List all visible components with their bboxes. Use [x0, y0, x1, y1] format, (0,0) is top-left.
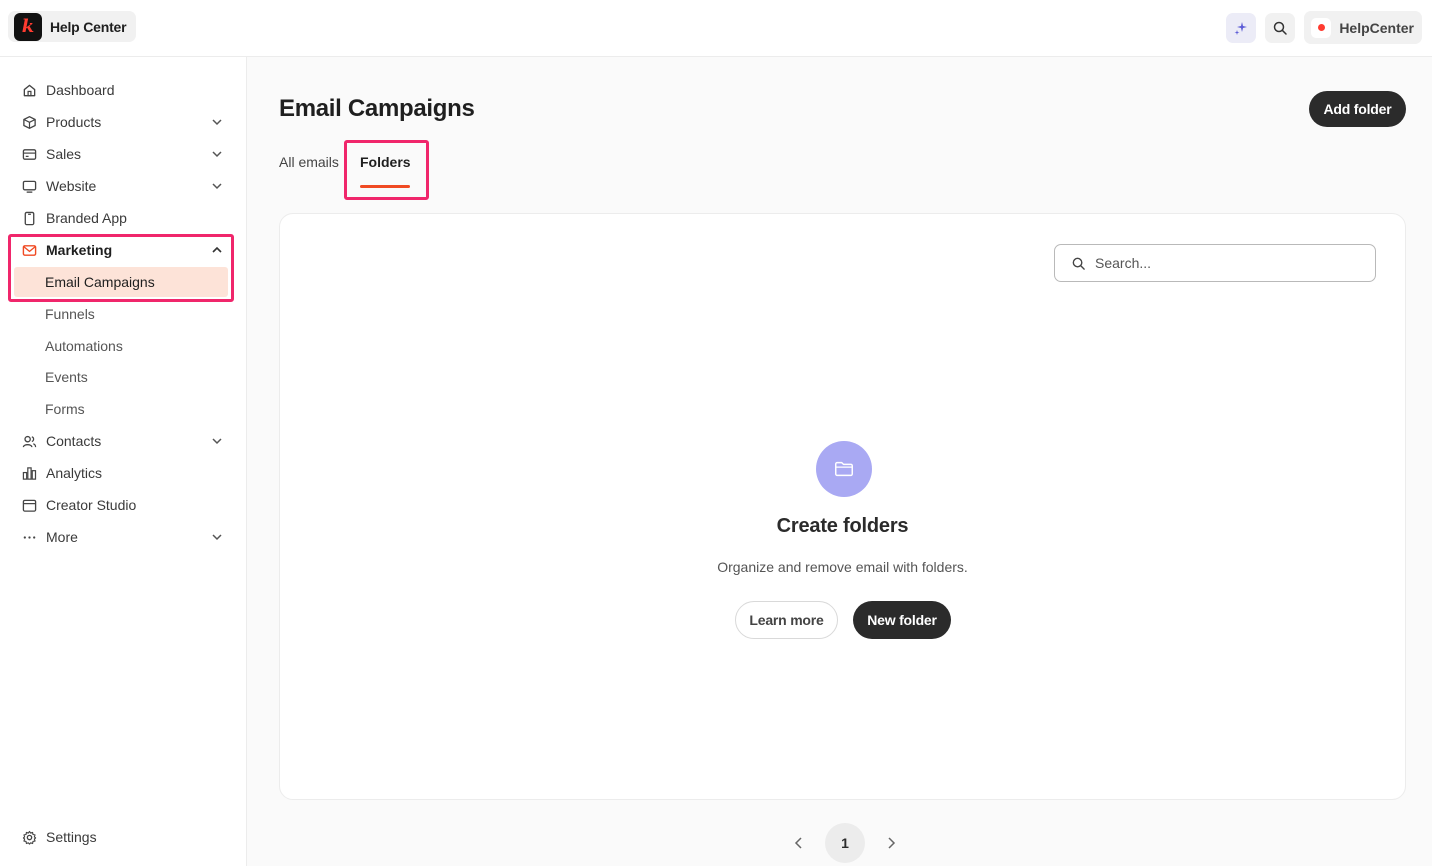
- sidebar-item-label: Creator Studio: [46, 497, 137, 513]
- sidebar-item-creator-studio[interactable]: Creator Studio: [14, 490, 232, 520]
- avatar: [1311, 17, 1332, 38]
- account-name: HelpCenter: [1339, 19, 1414, 36]
- sidebar-item-settings[interactable]: Settings: [14, 822, 232, 852]
- search-input[interactable]: [1095, 255, 1365, 271]
- next-page-button[interactable]: [880, 832, 902, 854]
- chevron-down-icon: [212, 119, 222, 126]
- sidebar-subitem-email-campaigns[interactable]: Email Campaigns: [14, 267, 228, 297]
- chevron-up-icon: [212, 246, 222, 253]
- sidebar-item-label: Marketing: [46, 242, 113, 258]
- sidebar-item-label: Funnels: [45, 306, 95, 322]
- tab-all-emails[interactable]: All emails: [279, 154, 339, 170]
- sidebar-subitem-funnels[interactable]: Funnels: [14, 299, 228, 329]
- home-icon: [22, 83, 37, 98]
- chevron-right-icon: [888, 837, 896, 849]
- new-folder-button[interactable]: New folder: [853, 601, 951, 639]
- empty-state-title: Create folders: [776, 515, 909, 537]
- sidebar-item-label: Events: [45, 369, 88, 385]
- sidebar-item-branded-app[interactable]: Branded App: [14, 203, 232, 233]
- brand-name: Help Center: [50, 18, 127, 35]
- credit-card-icon: [22, 147, 37, 162]
- empty-state-icon: [816, 441, 872, 497]
- page-title: Email Campaigns: [279, 95, 475, 122]
- sidebar-item-label: Dashboard: [46, 82, 115, 98]
- ai-assistant-button[interactable]: [1226, 12, 1257, 43]
- sidebar-subitem-forms[interactable]: Forms: [14, 394, 228, 424]
- users-icon: [22, 434, 37, 449]
- highlight-folders-tab: [344, 140, 429, 200]
- chevron-down-icon: [212, 534, 222, 541]
- sidebar-item-products[interactable]: Products: [14, 107, 232, 137]
- sidebar-item-label: Contacts: [46, 433, 102, 449]
- monitor-icon: [22, 179, 37, 194]
- sidebar: Dashboard Products Sales Website Branded…: [0, 57, 247, 866]
- sidebar-item-label: Automations: [45, 338, 123, 354]
- sidebar-item-label: Email Campaigns: [45, 274, 155, 290]
- search-box[interactable]: [1054, 244, 1376, 282]
- sidebar-item-label: Products: [46, 114, 102, 130]
- search-icon: [1072, 257, 1085, 270]
- folder-icon: [835, 461, 853, 477]
- top-actions: HelpCenter: [1226, 11, 1422, 44]
- sidebar-subitem-events[interactable]: Events: [14, 362, 228, 392]
- top-bar: k Help Center HelpCenter: [0, 0, 1432, 57]
- sidebar-item-label: Sales: [46, 146, 82, 162]
- sparkles-icon: [1234, 21, 1248, 35]
- sidebar-item-label: Analytics: [46, 465, 103, 481]
- page-number[interactable]: 1: [825, 823, 865, 863]
- sidebar-item-sales[interactable]: Sales: [14, 139, 232, 169]
- sidebar-item-more[interactable]: More: [14, 522, 232, 552]
- sidebar-item-analytics[interactable]: Analytics: [14, 458, 232, 488]
- sidebar-item-label: More: [46, 529, 78, 545]
- prev-page-button[interactable]: [788, 832, 810, 854]
- mail-icon: [22, 243, 37, 258]
- brand-logo-icon: k: [14, 12, 42, 41]
- sidebar-item-marketing[interactable]: Marketing: [14, 235, 232, 265]
- box-icon: [22, 115, 37, 130]
- sidebar-item-contacts[interactable]: Contacts: [14, 426, 232, 456]
- sidebar-item-dashboard[interactable]: Dashboard: [14, 75, 232, 105]
- more-dots-icon: [22, 530, 37, 545]
- sidebar-item-website[interactable]: Website: [14, 171, 232, 201]
- brand-button[interactable]: k Help Center: [8, 11, 137, 42]
- pagination: 1: [788, 823, 902, 863]
- chevron-down-icon: [212, 183, 222, 190]
- search-button[interactable]: [1265, 12, 1296, 43]
- learn-more-button[interactable]: Learn more: [735, 601, 838, 639]
- sidebar-item-label: Branded App: [46, 210, 127, 226]
- sidebar-item-label: Settings: [46, 829, 97, 845]
- add-folder-button[interactable]: Add folder: [1309, 91, 1406, 127]
- chevron-down-icon: [212, 438, 222, 445]
- phone-icon: [22, 211, 37, 226]
- tab-folders[interactable]: Folders: [360, 154, 411, 170]
- account-button[interactable]: HelpCenter: [1304, 11, 1422, 44]
- gear-icon: [22, 830, 37, 845]
- chevron-left-icon: [794, 837, 802, 849]
- chevron-down-icon: [212, 151, 222, 158]
- sidebar-subitem-automations[interactable]: Automations: [14, 331, 228, 361]
- sidebar-item-label: Website: [46, 178, 97, 194]
- empty-state-text: Organize and remove email with folders.: [717, 559, 968, 575]
- bar-chart-icon: [22, 466, 37, 481]
- tab-active-indicator: [360, 185, 410, 188]
- folders-panel: Create folders Organize and remove email…: [279, 213, 1406, 800]
- calendar-icon: [22, 498, 37, 513]
- sidebar-item-label: Forms: [45, 401, 85, 417]
- search-icon: [1274, 21, 1288, 35]
